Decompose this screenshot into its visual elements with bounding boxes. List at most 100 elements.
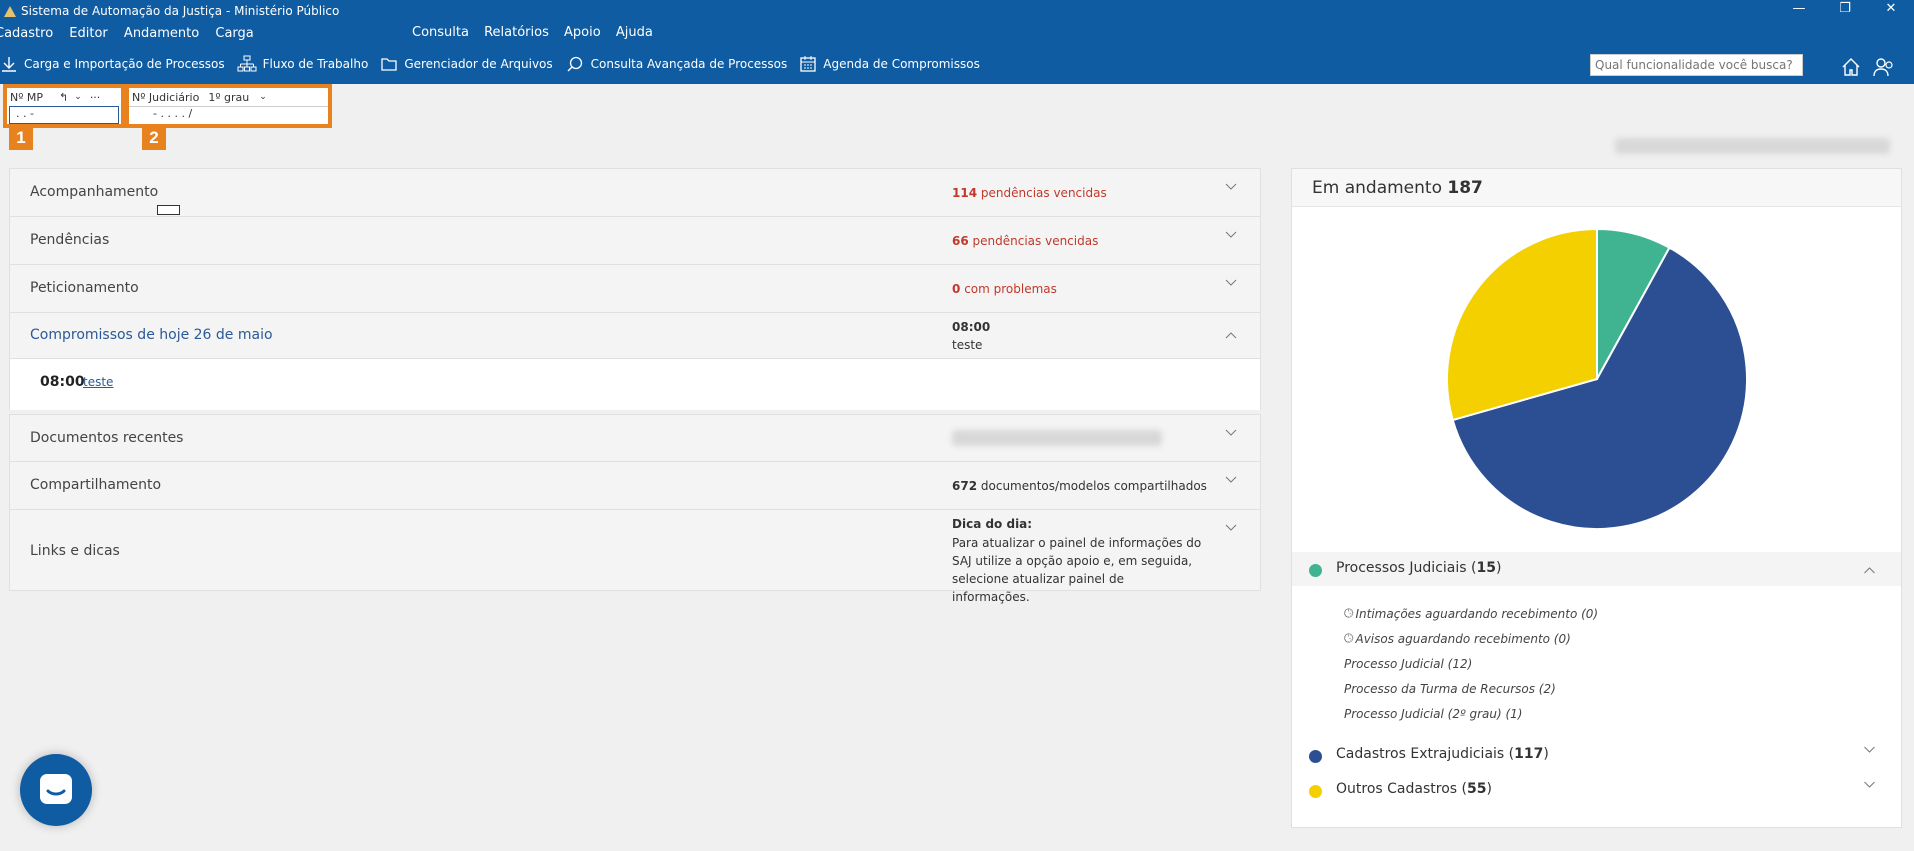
legend-dot <box>1309 564 1322 577</box>
sub-item[interactable]: Processo Judicial (12) <box>1344 651 1598 676</box>
toolbar-label: Gerenciador de Arquivos <box>404 57 553 71</box>
panel-compartilhamento[interactable]: Compartilhamento 672 documentos/modelos … <box>9 461 1261 509</box>
legend-name: Cadastros Extrajudiciais <box>1336 746 1505 762</box>
menu-consulta[interactable]: Consulta <box>412 25 469 40</box>
chevron-up-icon[interactable] <box>1225 329 1237 341</box>
appointment-item-link[interactable]: teste <box>83 375 113 389</box>
functionality-search-input[interactable] <box>1590 54 1803 76</box>
appointment-name: teste <box>952 338 983 352</box>
panel-documentos-recentes[interactable]: Documentos recentes <box>9 414 1261 461</box>
menu-andamento[interactable]: Andamento <box>124 26 199 41</box>
blurred-documents <box>952 430 1162 446</box>
menu-cadastro[interactable]: Cadastro <box>0 26 53 41</box>
toolbar: Carga e Importação de Processos Fluxo de… <box>0 44 1914 84</box>
chevron-down-icon[interactable] <box>1863 779 1876 791</box>
tip-text: Para atualizar o painel de informações d… <box>952 536 1202 604</box>
title-bar: Sistema de Automação da Justiça - Minist… <box>0 0 1914 22</box>
sub-item[interactable]: 🕓︎ Intimações aguardando recebimento (0) <box>1344 601 1598 626</box>
minimize-button[interactable]: — <box>1776 0 1822 20</box>
legend-count: 117 <box>1514 746 1544 762</box>
panel-title: Documentos recentes <box>30 430 184 446</box>
processos-sub-list: 🕓︎ Intimações aguardando recebimento (0) … <box>1344 601 1598 726</box>
legend-name: Outros Cadastros <box>1336 781 1458 797</box>
chevron-down-icon[interactable] <box>1225 427 1237 439</box>
mp-number-field: Nº MP ↰ ⌄ ··· . . - <box>3 84 125 128</box>
blurred-info <box>1615 138 1890 154</box>
close-button[interactable]: ✕ <box>1868 0 1914 20</box>
tip-title: Dica do dia: <box>952 517 1033 531</box>
legend-processos-judiciais[interactable]: Processos Judiciais (15) <box>1292 552 1901 586</box>
chat-support-button[interactable] <box>20 754 92 826</box>
window-controls: — ❐ ✕ <box>1776 0 1914 20</box>
menu-carga[interactable]: Carga <box>215 26 253 41</box>
pending-count: 66 <box>952 234 969 248</box>
app-header: Sistema de Automação da Justiça - Minist… <box>0 0 1914 84</box>
menu-ajuda[interactable]: Ajuda <box>616 25 653 40</box>
mp-number-input[interactable]: . . - <box>9 106 119 124</box>
panel-compromissos[interactable]: Compromissos de hoje 26 de maio 08:00 te… <box>9 312 1261 358</box>
chevron-down-icon[interactable]: ⌄ <box>74 92 82 102</box>
chevron-down-icon[interactable] <box>1863 744 1876 756</box>
problem-count: 0 <box>952 282 961 296</box>
dashboard-panels: Acompanhamento 114 pendências vencidas P… <box>9 168 1261 604</box>
chat-icon <box>40 774 72 804</box>
header-label: Em andamento <box>1312 178 1442 198</box>
grau-select[interactable]: 1º grau <box>208 91 249 104</box>
panel-title: Pendências <box>30 232 110 248</box>
legend-outros-cadastros[interactable]: Outros Cadastros (55) <box>1292 773 1901 807</box>
sub-item[interactable]: Processo da Turma de Recursos (2) <box>1344 676 1598 701</box>
more-options[interactable]: ··· <box>90 91 101 104</box>
chevron-down-icon[interactable] <box>1225 181 1237 193</box>
menu-relatorios[interactable]: Relatórios <box>484 25 549 40</box>
em-andamento-panel: Em andamento 187 Processos Judiciais (15… <box>1291 168 1902 828</box>
judicial-number-input[interactable]: - . . . . / <box>129 106 328 124</box>
window-title: Sistema de Automação da Justiça - Minist… <box>21 4 340 18</box>
legend-cadastros-extrajudiciais[interactable]: Cadastros Extrajudiciais (117) <box>1292 738 1901 772</box>
search-doc-icon <box>567 56 582 72</box>
legend-count: 55 <box>1466 781 1487 797</box>
panel-title: Peticionamento <box>30 280 139 296</box>
toolbar-consulta-avancada[interactable]: Consulta Avançada de Processos <box>565 55 787 73</box>
menu-editor[interactable]: Editor <box>69 26 107 41</box>
header-count: 187 <box>1447 178 1483 198</box>
panel-acompanhamento[interactable]: Acompanhamento 114 pendências vencidas <box>9 168 1261 216</box>
legend-name: Processos Judiciais <box>1336 560 1467 576</box>
folder-icon <box>381 58 397 71</box>
judicial-number-label: Nº Judiciário <box>132 90 200 104</box>
panel-peticionamento[interactable]: Peticionamento 0 com problemas <box>9 264 1261 312</box>
chevron-up-icon[interactable] <box>1863 564 1876 576</box>
download-icon <box>2 57 16 72</box>
toolbar-label: Agenda de Compromissos <box>823 57 980 71</box>
toolbar-fluxo-trabalho[interactable]: Fluxo de Trabalho <box>237 55 368 73</box>
chevron-down-icon[interactable] <box>1225 277 1237 289</box>
em-andamento-header: Em andamento 187 <box>1292 169 1901 207</box>
pending-text: pendências vencidas <box>980 186 1107 200</box>
user-icon[interactable] <box>1872 56 1894 78</box>
calendar-icon <box>800 56 816 72</box>
panel-title: Compromissos de hoje 26 de maio <box>30 327 273 343</box>
panel-title: Acompanhamento <box>30 184 159 200</box>
pending-text: pendências vencidas <box>972 234 1099 248</box>
home-icon[interactable] <box>1840 56 1862 78</box>
toolbar-agenda-compromissos[interactable]: Agenda de Compromissos <box>799 55 980 73</box>
toolbar-gerenciador-arquivos[interactable]: Gerenciador de Arquivos <box>380 55 553 73</box>
chevron-down-icon[interactable]: ⌄ <box>259 92 267 102</box>
undo-icon[interactable]: ↰ <box>59 91 68 104</box>
panel-title: Compartilhamento <box>30 477 162 493</box>
panel-pendencias[interactable]: Pendências 66 pendências vencidas <box>9 216 1261 264</box>
panel-links-dicas[interactable]: Links e dicas Dica do dia: Para atualiza… <box>9 509 1261 604</box>
tooltip-box <box>157 205 180 215</box>
restore-button[interactable]: ❐ <box>1822 0 1868 20</box>
sub-item[interactable]: Processo Judicial (2º grau) (1) <box>1344 701 1598 726</box>
clock-icon: 🕓︎ <box>1344 631 1354 645</box>
sub-item[interactable]: 🕓︎ Avisos aguardando recebimento (0) <box>1344 626 1598 651</box>
chevron-down-icon[interactable] <box>1225 522 1237 534</box>
menu-bar: Cadastro Editor Andamento Carga Consulta… <box>0 22 1914 44</box>
chevron-down-icon[interactable] <box>1225 474 1237 486</box>
chevron-down-icon[interactable] <box>1225 229 1237 241</box>
app-logo-icon <box>4 5 16 17</box>
menu-apoio[interactable]: Apoio <box>564 25 601 40</box>
annotation-badge-1: 1 <box>9 126 33 150</box>
legend-dot <box>1309 785 1322 798</box>
toolbar-carga-importacao[interactable]: Carga e Importação de Processos <box>0 55 225 73</box>
